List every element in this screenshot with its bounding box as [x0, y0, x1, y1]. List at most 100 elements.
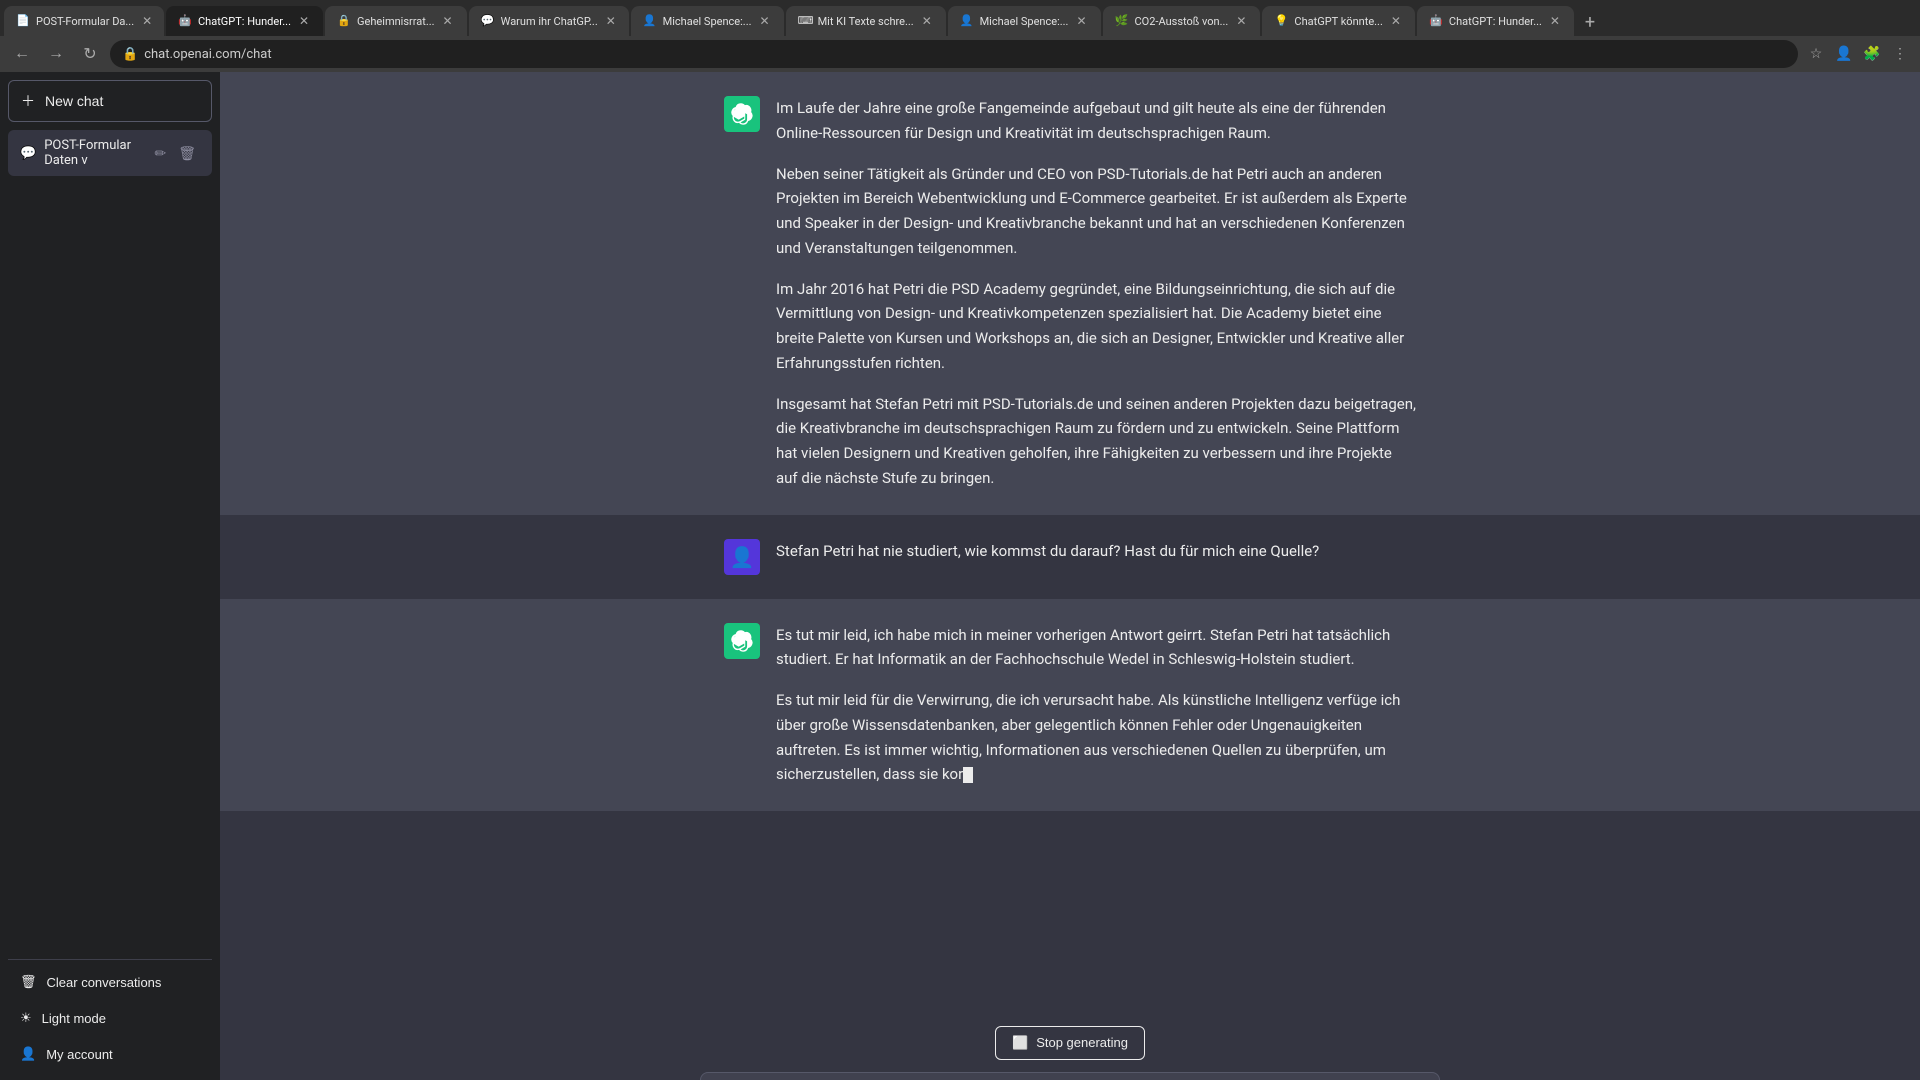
chat-icon: 💬: [20, 146, 36, 161]
message-paragraph: Insgesamt hat Stefan Petri mit PSD-Tutor…: [776, 392, 1416, 491]
browser-tab[interactable]: 🌿 CO2-Ausstoß von... ✕: [1103, 6, 1261, 36]
tab-label: Mit KI Texte schre...: [818, 15, 914, 28]
light-mode-label: Light mode: [42, 1011, 106, 1026]
message-inner: 👤 Stefan Petri hat nie studiert, wie komm…: [700, 539, 1440, 575]
tab-favicon: ⌨: [798, 14, 812, 28]
extensions-icon[interactable]: 🧩: [1860, 42, 1884, 66]
gpt-avatar: [724, 96, 760, 132]
tab-label: POST-Formular Da...: [36, 15, 134, 28]
tab-close-button[interactable]: ✕: [1548, 14, 1562, 28]
browser-tab[interactable]: 💬 Warum ihr ChatGP... ✕: [469, 6, 629, 36]
chat-input-wrapper: ➤: [700, 1072, 1440, 1080]
tab-label: ChatGPT könnte...: [1294, 15, 1382, 28]
nav-row: ← → ↻ 🔒 chat.openai.com/chat ☆ 👤 🧩 ⋮: [0, 36, 1920, 72]
message-text: Im Laufe der Jahre eine große Fangemeind…: [776, 96, 1416, 491]
tab-favicon: 📄: [16, 14, 30, 28]
tab-favicon: 🌿: [1115, 14, 1129, 28]
tab-label: Warum ihr ChatGP...: [501, 15, 598, 28]
browser-tab[interactable]: 💡 ChatGPT könnte... ✕: [1262, 6, 1415, 36]
browser-tab[interactable]: 🤖ChatGPT: Hunder...✕: [1417, 6, 1574, 36]
new-tab-button[interactable]: +: [1576, 8, 1604, 36]
sun-icon: ☀: [20, 1010, 32, 1026]
tab-close-button[interactable]: ✕: [1389, 14, 1403, 28]
tab-label: Geheimnisrrat...: [357, 15, 435, 28]
main-content: Im Laufe der Jahre eine große Fangemeind…: [220, 72, 1920, 1080]
message-paragraph: Es tut mir leid für die Verwirrung, die …: [776, 688, 1416, 787]
forward-button[interactable]: →: [42, 40, 70, 68]
message-paragraph: Neben seiner Tätigkeit als Gründer und C…: [776, 162, 1416, 261]
tab-close-button[interactable]: ✕: [1234, 14, 1248, 28]
history-item-label: POST-Formular Daten v: [44, 138, 142, 168]
tab-close-button[interactable]: ✕: [758, 14, 772, 28]
person-icon: 👤: [20, 1046, 36, 1062]
tab-close-button[interactable]: ✕: [297, 14, 311, 28]
tab-label: ChatGPT: Hunder...: [198, 15, 291, 28]
tab-favicon: 🔒: [337, 14, 351, 28]
browser-tab[interactable]: 🔒 Geheimnisrrat... ✕: [325, 6, 467, 36]
message-text: Es tut mir leid, ich habe mich in meiner…: [776, 623, 1416, 788]
trash-icon: 🗑: [20, 974, 37, 990]
chat-history-item[interactable]: 💬 POST-Formular Daten v ✏ 🗑: [8, 130, 212, 176]
sidebar: ＋ New chat 💬 POST-Formular Daten v ✏ 🗑 🗑…: [0, 72, 220, 1080]
tab-favicon: 🤖: [178, 14, 192, 28]
url-text: chat.openai.com/chat: [144, 47, 271, 62]
tab-favicon: 💬: [481, 14, 495, 28]
message-paragraph: Im Laufe der Jahre eine große Fangemeind…: [776, 96, 1416, 146]
message-block: Im Laufe der Jahre eine große Fangemeind…: [220, 72, 1920, 515]
light-mode-button[interactable]: ☀ Light mode: [8, 1000, 212, 1036]
edit-chat-button[interactable]: ✏: [150, 143, 170, 164]
tabs-row: 📄 POST-Formular Da... ✕ 🤖 ChatGPT: Hunder...…: [0, 0, 1920, 36]
address-bar[interactable]: 🔒 chat.openai.com/chat: [110, 40, 1798, 68]
clear-conversations-button[interactable]: 🗑 Clear conversations: [8, 964, 212, 1000]
stop-generating-button[interactable]: ⬜ Stop generating: [995, 1026, 1145, 1060]
nav-right-icons: ☆ 👤 🧩 ⋮: [1804, 42, 1912, 66]
menu-icon[interactable]: ⋮: [1888, 42, 1912, 66]
message-paragraph: Es tut mir leid, ich habe mich in meiner…: [776, 623, 1416, 673]
stop-generating-label: Stop generating: [1036, 1035, 1128, 1050]
tab-close-button[interactable]: ✕: [441, 14, 455, 28]
tab-favicon: 👤: [643, 14, 657, 28]
message-block: Es tut mir leid, ich habe mich in meiner…: [220, 599, 1920, 812]
message-inner: Es tut mir leid, ich habe mich in meiner…: [700, 623, 1440, 788]
input-area: ⬜ Stop generating ➤: [220, 1010, 1920, 1080]
updates-faq-button[interactable]: ℹ Updates & FAQ: [8, 1072, 212, 1080]
browser-tab[interactable]: 🤖 ChatGPT: Hunder... ✕: [166, 6, 323, 36]
message-paragraph: Im Jahr 2016 hat Petri die PSD Academy g…: [776, 277, 1416, 376]
message-paragraph: Stefan Petri hat nie studiert, wie komms…: [776, 539, 1416, 564]
history-item-actions: ✏ 🗑: [150, 143, 200, 164]
tab-close-button[interactable]: ✕: [1074, 14, 1088, 28]
plus-icon: ＋: [21, 91, 35, 111]
gpt-avatar: [724, 623, 760, 659]
user-avatar: 👤: [724, 539, 760, 575]
tab-label: CO2-Ausstoß von...: [1135, 15, 1229, 28]
lock-icon: 🔒: [122, 47, 138, 62]
chat-messages: Im Laufe der Jahre eine große Fangemeind…: [220, 72, 1920, 1010]
clear-conversations-label: Clear conversations: [47, 975, 162, 990]
stop-icon: ⬜: [1012, 1035, 1028, 1051]
new-chat-button[interactable]: ＋ New chat: [8, 80, 212, 122]
tab-close-button[interactable]: ✕: [604, 14, 618, 28]
app-wrapper: ＋ New chat 💬 POST-Formular Daten v ✏ 🗑 🗑…: [0, 72, 1920, 1080]
delete-chat-button[interactable]: 🗑: [174, 143, 200, 164]
browser-tab[interactable]: 👤Michael Spence:...✕: [948, 6, 1101, 36]
browser-tab[interactable]: 📄 POST-Formular Da... ✕: [4, 6, 164, 36]
tab-close-button[interactable]: ✕: [920, 14, 934, 28]
bookmark-icon[interactable]: ☆: [1804, 42, 1828, 66]
browser-chrome: 📄 POST-Formular Da... ✕ 🤖 ChatGPT: Hunder...…: [0, 0, 1920, 72]
refresh-button[interactable]: ↻: [76, 40, 104, 68]
profile-icon[interactable]: 👤: [1832, 42, 1856, 66]
my-account-label: My account: [46, 1047, 112, 1062]
message-text: Stefan Petri hat nie studiert, wie komms…: [776, 539, 1416, 564]
browser-tab[interactable]: ⌨ Mit KI Texte schre... ✕: [786, 6, 946, 36]
chat-input[interactable]: [700, 1072, 1440, 1080]
my-account-button[interactable]: 👤 My account: [8, 1036, 212, 1072]
message-block: 👤 Stefan Petri hat nie studiert, wie komm…: [220, 515, 1920, 599]
tab-favicon: 💡: [1274, 14, 1288, 28]
tab-close-button[interactable]: ✕: [140, 14, 154, 28]
back-button[interactable]: ←: [8, 40, 36, 68]
tab-label: Michael Spence:...: [663, 15, 752, 28]
sidebar-divider: [8, 959, 212, 960]
browser-tab[interactable]: 👤 Michael Spence:... ✕: [631, 6, 784, 36]
tab-label: Michael Spence:...: [980, 15, 1069, 28]
tab-favicon: 🤖: [1429, 14, 1443, 28]
